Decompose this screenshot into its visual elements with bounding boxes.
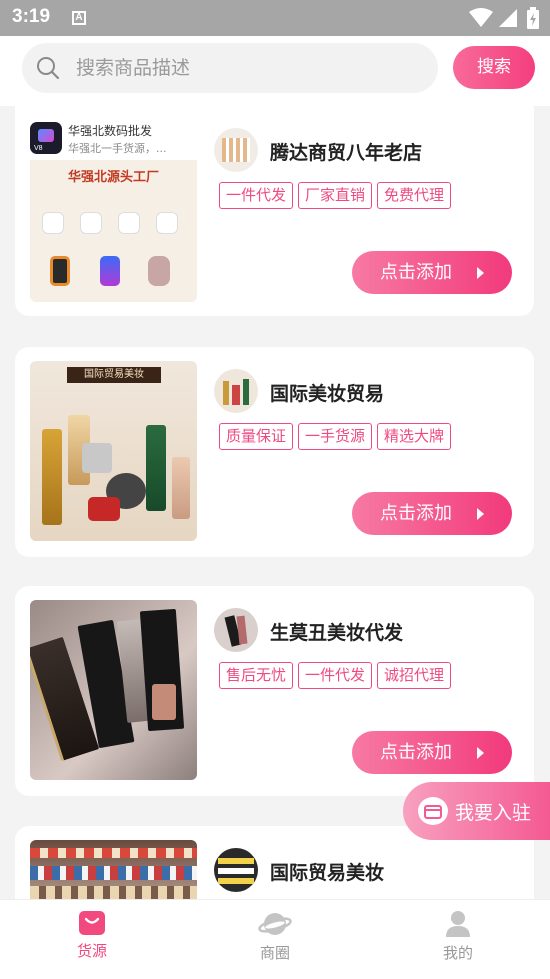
add-button-label: 点击添加 (380, 503, 452, 524)
shop-avatar[interactable] (214, 608, 258, 652)
add-button[interactable]: 点击添加 (352, 731, 512, 774)
search-header: 搜索 (0, 36, 550, 106)
shop-name[interactable]: 国际贸易美妆 (270, 858, 384, 885)
product-row (42, 212, 192, 238)
tag: 质量保证 (219, 423, 294, 450)
tag: 一件代发 (298, 662, 373, 689)
thumb-banner: 国际贸易美妆 (67, 367, 161, 383)
thumb-subtitle: 华强北一手货源，... (68, 142, 167, 155)
planet-icon (258, 913, 292, 935)
wifi-icon (469, 8, 493, 27)
add-button[interactable]: 点击添加 (352, 251, 512, 294)
product-row (42, 256, 192, 290)
tag-list: 质量保证 一手货源 精选大牌 (219, 423, 452, 450)
search-icon (37, 57, 60, 80)
shop-avatar[interactable] (214, 369, 258, 413)
jar-icon (88, 497, 120, 521)
tag: 一件代发 (219, 182, 294, 209)
shop-card[interactable]: V8 华强北数码批发 华强北一手货源，... 华强北源头工厂 腾达商贸八年老店 … (15, 106, 534, 316)
battery-icon (527, 7, 539, 29)
nav-item-circle[interactable]: 商圈 (220, 910, 330, 963)
product-thumbnail[interactable]: 国际贸易美妆 (30, 361, 197, 541)
tag: 免费代理 (377, 182, 452, 209)
lipstick-tip (152, 684, 176, 720)
thumb-banner: 华强北源头工厂 (67, 170, 159, 185)
add-button-label: 点击添加 (380, 262, 452, 283)
product-thumbnail[interactable] (30, 840, 197, 899)
tag-list: 售后无忧 一件代发 诚招代理 (219, 662, 452, 689)
status-time: 3:19 (12, 6, 51, 27)
nav-label: 我的 (442, 944, 473, 962)
jar-icon (82, 443, 112, 473)
bag-icon (79, 911, 105, 935)
join-button-label: 我要入驻 (455, 802, 532, 824)
app-logo-icon: V8 (30, 122, 62, 154)
status-bar: 3:19 A (0, 0, 550, 36)
nav-item-mine[interactable]: 我的 (403, 910, 513, 963)
notification-icon: A (72, 11, 86, 25)
add-button[interactable]: 点击添加 (352, 492, 512, 535)
bottom-nav: 货源 商圈 我的 (0, 899, 550, 979)
thumb-header: V8 华强北数码批发 华强北一手货源，... (30, 116, 197, 160)
tag: 一手货源 (298, 423, 373, 450)
tag: 诚招代理 (377, 662, 452, 689)
join-button[interactable]: 我要入驻 (403, 782, 550, 840)
tag: 售后无忧 (219, 662, 294, 689)
thumb-title: 华强北数码批发 (68, 124, 153, 138)
shop-card[interactable]: 生莫丑美妆代发 售后无忧 一件代发 诚招代理 点击添加 (15, 586, 534, 796)
user-icon (446, 911, 470, 937)
shop-avatar[interactable] (214, 848, 258, 892)
nav-label: 商圈 (259, 944, 290, 962)
add-button-label: 点击添加 (380, 742, 452, 763)
shop-name[interactable]: 腾达商贸八年老店 (270, 138, 422, 165)
nav-label: 货源 (76, 942, 107, 960)
search-input[interactable] (76, 43, 416, 93)
shop-avatar[interactable] (214, 128, 258, 172)
arrow-right-icon (477, 508, 484, 520)
tag: 厂家直销 (298, 182, 373, 209)
shop-name[interactable]: 国际美妆贸易 (270, 379, 384, 406)
shop-card[interactable]: 国际贸易美妆 国际美妆贸易 质量保证 一手货源 精选大牌 点击添加 (15, 347, 534, 557)
bottle-icon (42, 429, 62, 525)
arrow-right-icon (477, 267, 484, 279)
product-thumbnail[interactable]: V8 华强北数码批发 华强北一手货源，... 华强北源头工厂 (30, 116, 197, 302)
search-button[interactable]: 搜索 (453, 46, 535, 89)
tag: 精选大牌 (377, 423, 452, 450)
store-icon (418, 797, 448, 825)
shop-name[interactable]: 生莫丑美妆代发 (270, 618, 403, 645)
signal-icon (499, 9, 517, 27)
bottle-icon (146, 425, 166, 511)
product-thumbnail[interactable] (30, 600, 197, 780)
arrow-right-icon (477, 747, 484, 759)
bottle-icon (172, 457, 190, 519)
search-box[interactable] (22, 43, 438, 93)
tag-list: 一件代发 厂家直销 免费代理 (219, 182, 452, 209)
nav-item-source[interactable]: 货源 (37, 910, 147, 961)
